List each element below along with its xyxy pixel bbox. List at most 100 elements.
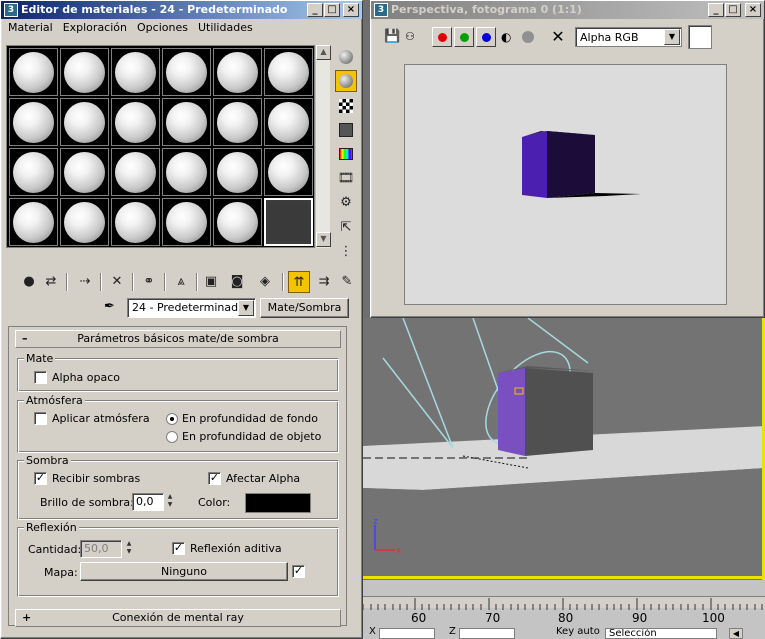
sample-uv-tiling-icon[interactable] [335, 119, 357, 141]
aplicar-atmosfera-checkbox[interactable] [34, 412, 47, 425]
pick-material-icon[interactable]: ✎ [336, 271, 358, 293]
material-slot[interactable] [264, 148, 313, 196]
cantidad-input[interactable]: 50,0 [80, 540, 122, 558]
select-by-material-icon[interactable]: ⇱ [335, 218, 357, 240]
get-material-icon[interactable]: ● [18, 271, 40, 293]
material-slot[interactable] [213, 98, 262, 146]
material-editor-titlebar[interactable]: 3 Editor de materiales - 24 - Predetermi… [1, 1, 362, 19]
material-slot[interactable] [60, 148, 109, 196]
close-button[interactable]: × [343, 3, 359, 17]
slot-scrollbar[interactable]: ▲ ▼ [315, 45, 331, 248]
x-coord-field[interactable] [379, 628, 435, 639]
cantidad-spinner-arrows-icon[interactable]: ▲ ▼ [124, 540, 134, 558]
material-slot[interactable] [213, 148, 262, 196]
material-slot[interactable] [111, 48, 160, 96]
menu-exploracion[interactable]: Exploración [58, 19, 132, 38]
material-slot[interactable] [162, 98, 211, 146]
material-slot[interactable] [60, 48, 109, 96]
red-channel-button[interactable] [432, 27, 452, 47]
fondo-radio[interactable] [166, 413, 178, 425]
chevron-down-icon[interactable]: ▼ [664, 29, 680, 45]
recibir-sombras-checkbox[interactable]: ✓ [34, 472, 47, 485]
material-slot[interactable] [9, 48, 58, 96]
material-name-field[interactable]: 24 - Predeterminado ▼ [127, 298, 256, 318]
material-effects-channel-icon[interactable]: ▣ [200, 271, 222, 293]
put-to-library-icon[interactable]: ⩓ [170, 271, 192, 293]
minimize-button[interactable]: _ [307, 3, 323, 17]
monochrome-icon[interactable] [522, 31, 534, 43]
alpha-opaco-checkbox[interactable] [34, 371, 47, 384]
menu-utilidades[interactable]: Utilidades [193, 19, 258, 38]
close-button[interactable]: × [745, 3, 761, 17]
chevron-down-icon[interactable]: ▼ [238, 300, 254, 316]
material-map-navigator-icon[interactable]: ⋮ [335, 242, 357, 264]
background-color-swatch[interactable] [688, 25, 712, 49]
video-color-check-icon[interactable] [335, 144, 357, 166]
show-map-in-viewport-icon[interactable]: ◙ [226, 271, 248, 293]
material-slot[interactable] [111, 98, 160, 146]
mapa-enable-checkbox[interactable]: ✓ [292, 565, 305, 578]
render-output-frame [404, 64, 727, 305]
material-slot[interactable] [111, 148, 160, 196]
assign-to-selection-icon[interactable]: ⇢ [74, 271, 96, 293]
material-slot-active[interactable] [264, 198, 313, 246]
channel-dropdown[interactable]: Alpha RGB ▼ [575, 27, 682, 47]
brillo-sombra-input[interactable]: 0,0 [132, 493, 164, 511]
menu-material[interactable]: Material [3, 19, 58, 38]
brillo-spinner-arrows-icon[interactable]: ▲ ▼ [165, 493, 175, 511]
material-type-button[interactable]: Mate/Sombra [260, 298, 349, 318]
clone-window-icon[interactable]: ⚇ [405, 29, 423, 45]
objeto-radio[interactable] [166, 431, 178, 443]
minimize-button[interactable]: _ [708, 3, 724, 17]
go-to-start-button[interactable]: ◀ [729, 628, 743, 639]
material-slot[interactable] [264, 48, 313, 96]
material-slot[interactable] [9, 98, 58, 146]
scroll-down-icon[interactable]: ▼ [316, 232, 331, 247]
render-titlebar[interactable]: 3 Perspectiva, fotograma 0 (1:1) _ □ × [371, 1, 764, 19]
rollout-mental-ray[interactable]: + Conexión de mental ray [15, 609, 341, 627]
material-slot[interactable] [213, 48, 262, 96]
material-slot[interactable] [213, 198, 262, 246]
go-forward-sibling-icon[interactable]: ⇉ [313, 271, 335, 293]
reflexion-aditiva-checkbox[interactable]: ✓ [172, 542, 185, 555]
go-to-parent-icon[interactable]: ⇈ [288, 271, 310, 293]
shadow-color-swatch[interactable] [245, 493, 311, 513]
mapa-button[interactable]: Ninguno [80, 562, 288, 581]
rollout-basic-params[interactable]: – Parámetros básicos mate/de sombra [15, 330, 341, 348]
material-slot[interactable] [264, 98, 313, 146]
scroll-up-icon[interactable]: ▲ [316, 45, 331, 60]
make-unique-icon[interactable]: ⚭ [138, 271, 160, 293]
maximize-button[interactable]: □ [725, 3, 741, 17]
selection-dropdown[interactable]: Selección [605, 628, 717, 639]
material-slot[interactable] [60, 198, 109, 246]
material-slot[interactable] [60, 98, 109, 146]
maximize-button[interactable]: □ [324, 3, 340, 17]
reset-map-icon[interactable]: ✕ [106, 271, 128, 293]
material-slot[interactable] [9, 198, 58, 246]
perspective-viewport[interactable]: z x [363, 318, 765, 580]
alpha-channel-icon[interactable]: ◐ [501, 30, 515, 44]
material-slot[interactable] [9, 148, 58, 196]
backlight-icon[interactable] [335, 70, 357, 92]
save-icon[interactable]: 💾 [384, 29, 400, 45]
background-checker-icon[interactable] [335, 95, 357, 117]
material-slot[interactable] [162, 198, 211, 246]
red-dot-icon [438, 33, 447, 42]
afectar-alpha-checkbox[interactable]: ✓ [208, 472, 221, 485]
put-to-scene-icon[interactable]: ⇄ [40, 271, 62, 293]
eyedropper-icon[interactable]: ✒ [104, 299, 122, 317]
status-bar: X Z Key auto Selección ◀ [363, 626, 765, 639]
sample-type-icon[interactable] [335, 46, 357, 68]
material-slot[interactable] [162, 148, 211, 196]
green-channel-button[interactable] [454, 27, 474, 47]
blue-channel-button[interactable] [476, 27, 496, 47]
show-end-result-icon[interactable]: ◈ [254, 271, 276, 293]
options-icon[interactable]: ⚙ [335, 193, 357, 215]
material-slot[interactable] [111, 198, 160, 246]
z-coord-field[interactable] [459, 628, 515, 639]
auto-key-label[interactable]: Key auto [556, 626, 600, 637]
make-preview-icon[interactable]: 🎞 [335, 169, 357, 191]
material-slot[interactable] [162, 48, 211, 96]
menu-opciones[interactable]: Opciones [132, 19, 193, 38]
clear-icon[interactable]: ✕ [548, 27, 568, 47]
